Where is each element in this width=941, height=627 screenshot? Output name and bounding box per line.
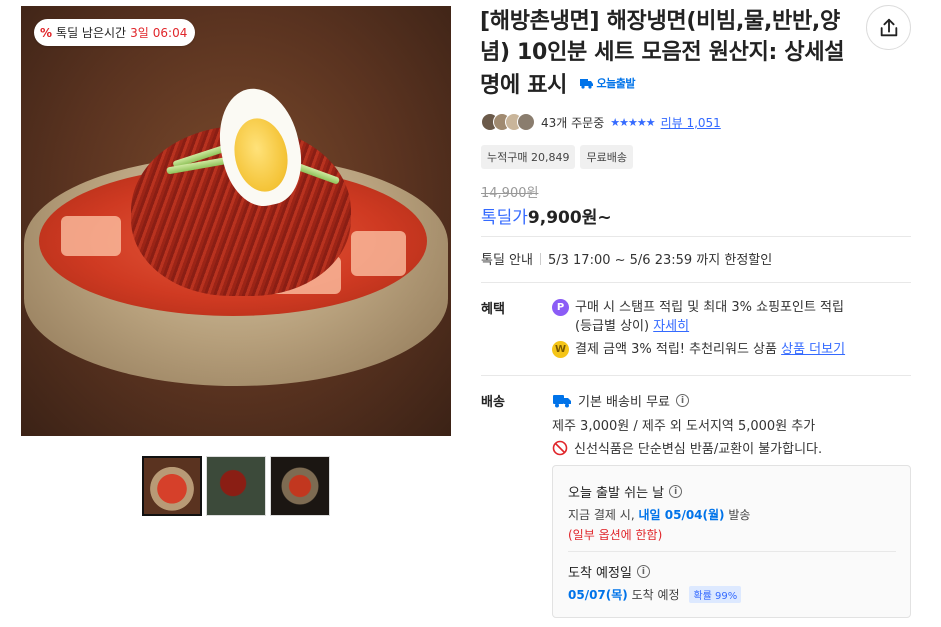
prohibited-icon [552,440,568,455]
product-title-text: [해방촌냉면] 해장냉면(비빔,물,반반,양념) 10인분 세트 모음전 원산지… [480,9,845,98]
review-link[interactable]: 리뷰 1,051 [661,114,721,131]
tag-free-shipping: 무료배송 [580,145,633,169]
pay-dispatch-line: 지금 결제 시, 내일 05/04(월) 발송 [568,506,750,523]
deal-timer-badge: % 톡딜 남은시간 3일 06:04 [34,19,196,46]
deal-period: 5/3 17:00 ~ 5/6 23:59 까지 한정할인 [547,253,773,268]
option-note: (일부 옵션에 한함) [568,528,663,542]
percent-icon: % [40,25,53,40]
sale-price-row: 톡딜가9,900원~ [481,203,612,228]
eta-title: 도착 예정일 [568,566,632,581]
benefit-label: 혜택 [481,302,505,317]
timer-clock: 06:04 [152,25,188,40]
reward-coin-icon: W [552,341,569,358]
separator [539,253,541,265]
shipping-fee-row: 기본 배송비 무료 i [552,391,689,410]
star-rating: ★★★★★ [610,115,655,129]
original-price: 14,900원 [481,186,539,201]
tag-cumulative-purchase: 누적구매 20,849 [481,145,576,169]
share-icon [880,18,897,36]
benefit-detail-link[interactable]: 자세히 [653,319,689,334]
benefit-point-sub: (등급별 상이) [575,319,650,334]
eta-title-row: 도착 예정일 i [568,562,650,581]
product-title: [해방촌냉면] 해장냉면(비빔,물,반반,양념) 10인분 세트 모음전 원산지… [480,6,855,101]
shipping-extra-row: 제주 3,000원 / 제주 외 도서지역 5,000원 추가 [552,415,815,434]
divider [481,236,911,237]
ice-shape [351,231,406,276]
sale-label: 톡딜가 [481,208,528,228]
buyer-avatars [481,113,535,131]
sale-price: 9,900원~ [527,208,612,228]
probability-badge: 확률 99% [689,586,742,603]
info-icon[interactable]: i [669,485,683,498]
thumbnail-3[interactable] [270,456,330,516]
deal-info-row: 톡딜 안내 5/3 17:00 ~ 5/6 23:59 까지 한정할인 [481,249,772,268]
main-product-image[interactable] [21,6,451,436]
info-icon[interactable]: i [636,565,650,578]
today-shipping-label: 오늘출발 [596,77,635,90]
truck-icon [580,79,594,89]
thumbnail-strip [142,456,330,516]
ice-shape [61,216,121,256]
pay-suffix: 발송 [728,508,751,522]
product-tags: 누적구매 20,849 무료배송 [481,145,633,169]
truck-icon [553,394,571,407]
benefit-reward-text: 결제 금액 3% 적립! 추천리워드 상품 [575,342,777,357]
more-products-link[interactable]: 상품 더보기 [781,342,845,357]
benefit-point-text: 구매 시 스탬프 적립 및 최대 3% 쇼핑포인트 적립 [575,300,844,315]
divider [481,282,911,283]
benefit-item-point: P 구매 시 스탬프 적립 및 최대 3% 쇼핑포인트 적립 (등급별 상이) … [552,298,844,336]
shipping-fee: 기본 배송비 무료 [578,395,670,410]
delivery-info-box: 오늘 출발 쉬는 날 i 지금 결제 시, 내일 05/04(월) 발송 (일부… [552,465,911,618]
divider [568,551,896,552]
avatar [517,113,535,131]
shipping-label: 배송 [481,395,505,410]
thumbnail-2[interactable] [206,456,266,516]
eta-line: 05/07(목) 도착 예정 확률 99% [568,586,742,603]
eta-suffix: 도착 예정 [631,588,680,602]
pay-prefix: 지금 결제 시, [568,508,635,522]
eta-date: 05/07(목) [568,588,628,602]
review-summary: 43개 주문중 ★★★★★ 리뷰 1,051 [481,113,721,131]
today-shipping-badge: 오늘출발 [578,68,635,99]
point-icon: P [552,299,569,316]
timer-label: 톡딜 남은시간 [56,26,127,40]
order-count: 43개 주문중 [541,115,605,130]
shipping-extra: 제주 3,000원 / 제주 외 도서지역 5,000원 추가 [552,419,816,434]
holiday-title-row: 오늘 출발 쉬는 날 i [568,482,683,501]
benefit-item-reward: W 결제 금액 3% 적립! 추천리워드 상품 상품 더보기 [552,340,845,359]
shipping-notice: 신선식품은 단순변심 반품/교환이 불가합니다. [574,442,823,457]
timer-days: 3일 [130,26,149,40]
divider [481,375,911,376]
info-icon[interactable]: i [676,394,689,407]
thumbnail-1[interactable] [142,456,202,516]
deal-info-label: 톡딜 안내 [481,253,533,268]
holiday-title: 오늘 출발 쉬는 날 [568,486,665,501]
share-button[interactable] [866,5,911,50]
dispatch-date: 내일 05/04(월) [638,508,725,522]
shipping-notice-row: 신선식품은 단순변심 반품/교환이 불가합니다. [552,438,822,457]
